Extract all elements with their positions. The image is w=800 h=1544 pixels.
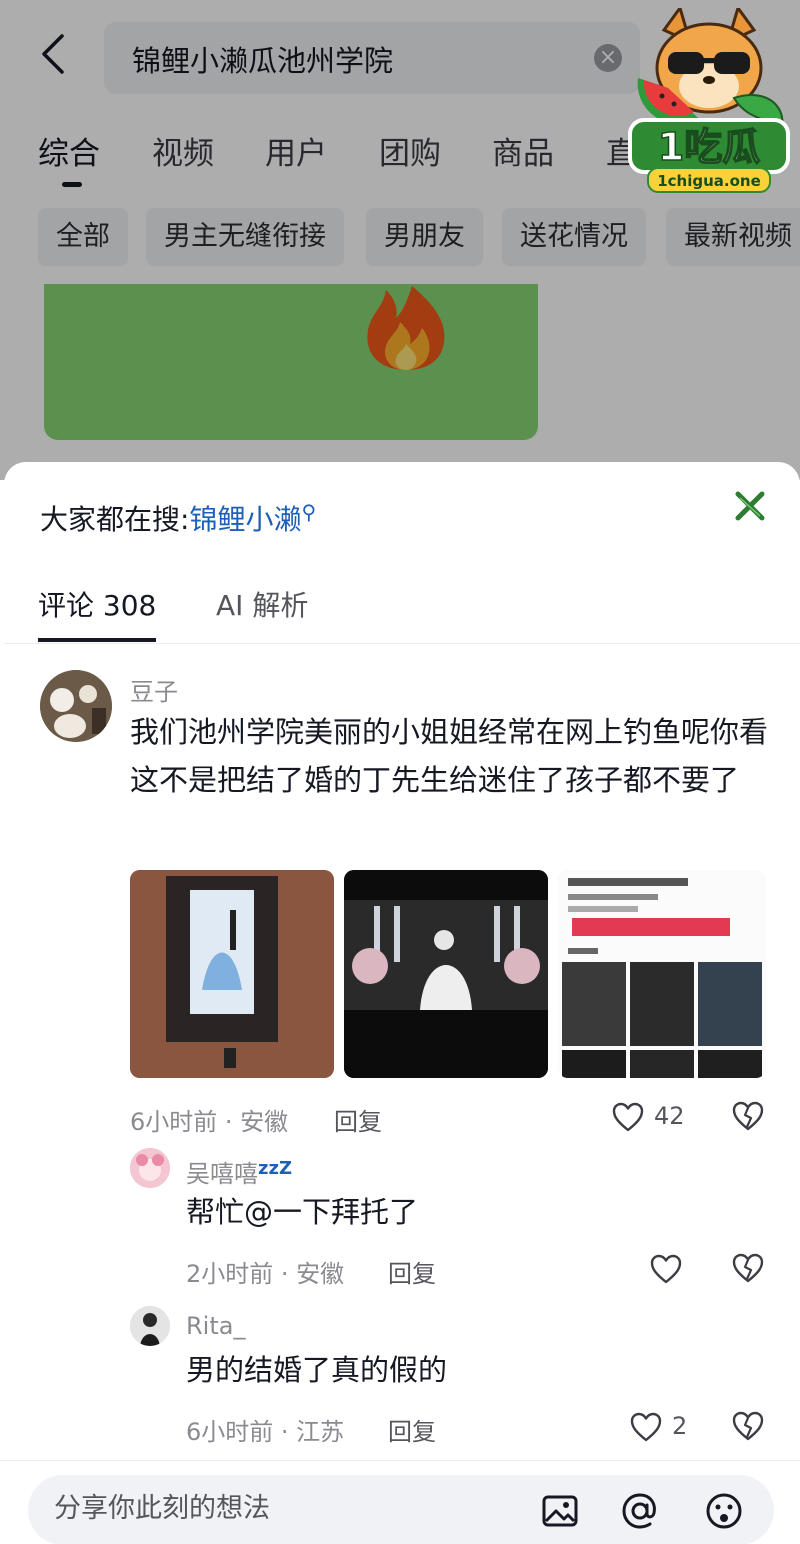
- like-count: 2: [672, 1412, 688, 1440]
- avatar[interactable]: [130, 1306, 170, 1346]
- sleep-badge: zzZ: [258, 1158, 293, 1179]
- comment-meta: 6小时前 · 安徽: [130, 1108, 289, 1136]
- comment-image[interactable]: [344, 870, 548, 1078]
- search-mini-icon: ⚲: [301, 500, 317, 524]
- wedding-ceremony-photo: [344, 870, 548, 1078]
- watermark-logo: 1吃瓜 1chigua.one: [628, 8, 790, 193]
- like-count: 42: [654, 1102, 685, 1130]
- hot-search-keyword[interactable]: 锦鲤小濑: [189, 503, 301, 536]
- svg-text:1吃瓜: 1吃瓜: [658, 125, 760, 169]
- avatar[interactable]: [130, 1148, 170, 1188]
- reply-username[interactable]: 吴嘻嘻zzZ: [186, 1154, 292, 1189]
- comment-sheet: 大家都在搜:锦鲤小濑⚲ 评论 308 AI 解析 豆子 我们池州学院美丽的小姐姐…: [4, 462, 800, 1544]
- svg-text:1chigua.one: 1chigua.one: [657, 172, 761, 190]
- reply-username[interactable]: Rita_: [186, 1312, 245, 1340]
- reply-item: 吴嘻嘻zzZ 帮忙@一下拜托了 2小时前 · 安徽 回复: [4, 1148, 800, 1288]
- dislike-icon[interactable]: [732, 1100, 764, 1132]
- reply-text: 男的结婚了真的假的: [186, 1353, 448, 1387]
- reply-button[interactable]: 回复: [388, 1254, 436, 1289]
- hot-search-banner[interactable]: 大家都在搜:锦鲤小濑⚲: [40, 498, 316, 538]
- comment-images: [130, 870, 770, 1078]
- reply-button[interactable]: 回复: [334, 1102, 382, 1137]
- hot-search-prefix: 大家都在搜:: [40, 503, 190, 536]
- avatar-image: [130, 1306, 170, 1346]
- image-icon[interactable]: [540, 1491, 580, 1531]
- close-icon[interactable]: [730, 486, 770, 526]
- reply-button[interactable]: 回复: [388, 1412, 436, 1447]
- avatar[interactable]: [40, 670, 112, 742]
- wedding-poster-photo: [130, 870, 334, 1078]
- at-icon[interactable]: [620, 1491, 660, 1531]
- reply-item: Rita_ 男的结婚了真的假的 6小时前 · 江苏 回复 2: [4, 1306, 800, 1446]
- reply-text: 帮忙@一下拜托了: [186, 1195, 419, 1229]
- reply-meta: 2小时前 · 安徽: [186, 1260, 345, 1288]
- app-screenshot-photo: [558, 870, 766, 1078]
- comment-image[interactable]: [130, 870, 334, 1078]
- comment-input-container[interactable]: [28, 1475, 774, 1544]
- avatar-image: [40, 670, 112, 742]
- comment-input[interactable]: [54, 1493, 514, 1524]
- comment-username[interactable]: 豆子: [130, 672, 178, 707]
- sheet-tab-indicator: [38, 638, 156, 642]
- dislike-icon[interactable]: [732, 1410, 764, 1442]
- reply-meta: 6小时前 · 江苏: [186, 1418, 345, 1446]
- avatar-image: [130, 1148, 170, 1188]
- comment-text: 我们池州学院美丽的小姐姐经常在网上钓鱼呢你看这不是把结了婚的丁先生给迷住了孩子都…: [130, 715, 769, 797]
- comment-image[interactable]: [558, 870, 766, 1078]
- tab-ai-analysis[interactable]: AI 解析: [216, 584, 308, 624]
- like-icon[interactable]: [650, 1254, 682, 1284]
- like-icon[interactable]: [612, 1102, 644, 1132]
- sheet-tabs: 评论 308 AI 解析: [4, 580, 800, 644]
- dislike-icon[interactable]: [732, 1252, 764, 1284]
- comment-input-bar: [0, 1460, 800, 1544]
- like-icon[interactable]: [630, 1412, 662, 1442]
- emoji-icon[interactable]: [704, 1491, 744, 1531]
- tab-comments[interactable]: 评论 308: [38, 584, 156, 624]
